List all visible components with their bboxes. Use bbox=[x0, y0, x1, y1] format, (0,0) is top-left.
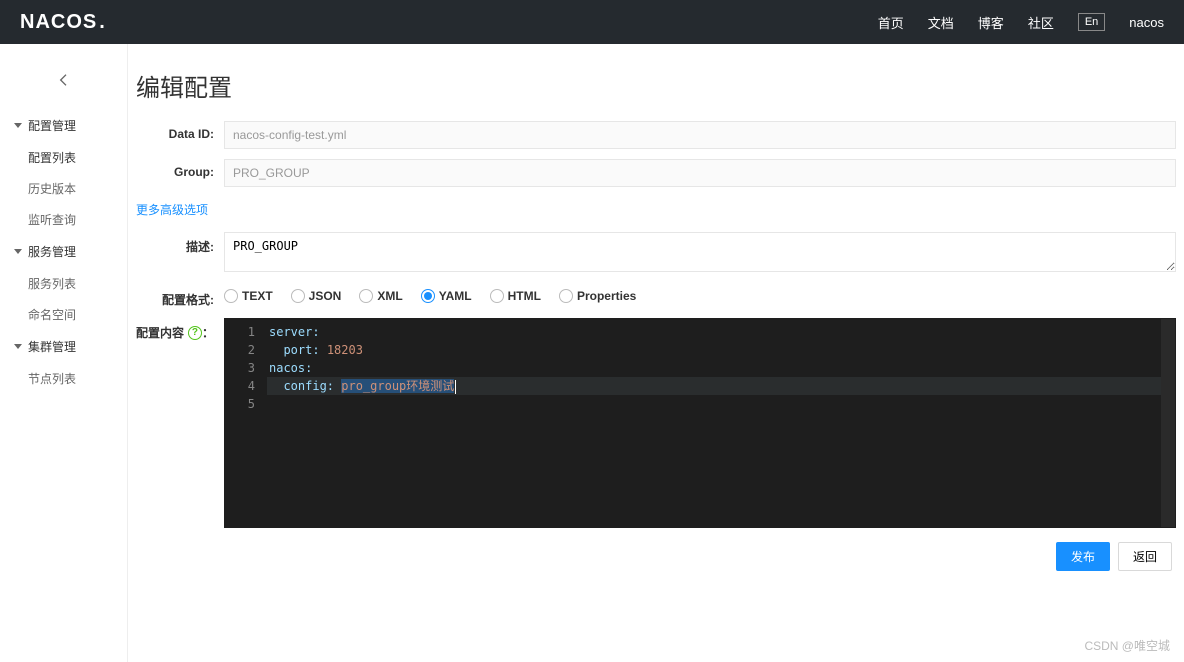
radio-icon bbox=[291, 289, 305, 303]
main-content: 编辑配置 Data ID: Group: 更多高级选项 描述: 配置格式: TE… bbox=[128, 44, 1184, 662]
nav-docs[interactable]: 文档 bbox=[928, 13, 954, 32]
nav-blog[interactable]: 博客 bbox=[978, 13, 1004, 32]
row-group: Group: bbox=[136, 159, 1176, 187]
publish-button[interactable]: 发布 bbox=[1056, 542, 1110, 571]
sidebar-item-service-list[interactable]: 服务列表 bbox=[0, 268, 127, 299]
label-group: Group: bbox=[136, 159, 214, 179]
row-data-id: Data ID: bbox=[136, 121, 1176, 149]
editor-scrollbar[interactable] bbox=[1161, 319, 1175, 527]
brand-dot: . bbox=[99, 11, 106, 34]
input-description[interactable] bbox=[224, 232, 1176, 272]
nav-home[interactable]: 首页 bbox=[878, 13, 904, 32]
format-radio-json[interactable]: JSON bbox=[291, 289, 342, 303]
watermark: CSDN @唯空城 bbox=[1084, 637, 1170, 654]
sidebar-item-nodes[interactable]: 节点列表 bbox=[0, 363, 127, 394]
action-buttons: 发布 返回 bbox=[136, 542, 1176, 571]
radio-icon bbox=[421, 289, 435, 303]
format-radio-text[interactable]: TEXT bbox=[224, 289, 273, 303]
sidebar-group-config[interactable]: 配置管理 bbox=[0, 109, 127, 142]
sidebar-collapse-button[interactable] bbox=[0, 64, 127, 109]
format-radio-group: TEXT JSON XML YAML HTML Properties bbox=[224, 285, 1176, 303]
page-title: 编辑配置 bbox=[136, 60, 1176, 121]
brand-text: NACOS bbox=[20, 11, 97, 34]
top-header: NACOS. 首页 文档 博客 社区 En nacos bbox=[0, 0, 1184, 44]
lang-toggle[interactable]: En bbox=[1078, 13, 1105, 31]
radio-icon bbox=[559, 289, 573, 303]
format-radio-properties[interactable]: Properties bbox=[559, 289, 636, 303]
input-data-id[interactable] bbox=[224, 121, 1176, 149]
sidebar-item-config-list[interactable]: 配置列表 bbox=[0, 142, 127, 173]
layout: 配置管理 配置列表 历史版本 监听查询 服务管理 服务列表 命名空间 集群管理 … bbox=[0, 44, 1184, 662]
label-description: 描述: bbox=[136, 232, 214, 255]
back-button[interactable]: 返回 bbox=[1118, 542, 1172, 571]
sidebar-group-cluster[interactable]: 集群管理 bbox=[0, 330, 127, 363]
sidebar: 配置管理 配置列表 历史版本 监听查询 服务管理 服务列表 命名空间 集群管理 … bbox=[0, 44, 128, 662]
row-content: 配置内容 ? ： 12345 server: port: 18203nacos:… bbox=[136, 318, 1176, 528]
format-radio-xml[interactable]: XML bbox=[359, 289, 402, 303]
radio-icon bbox=[224, 289, 238, 303]
radio-icon bbox=[359, 289, 373, 303]
sidebar-group-service[interactable]: 服务管理 bbox=[0, 235, 127, 268]
header-nav: 首页 文档 博客 社区 En nacos bbox=[878, 13, 1164, 32]
sidebar-item-history[interactable]: 历史版本 bbox=[0, 173, 127, 204]
editor-gutter: 12345 bbox=[225, 319, 261, 527]
radio-icon bbox=[490, 289, 504, 303]
label-data-id: Data ID: bbox=[136, 121, 214, 141]
label-content: 配置内容 ? ： bbox=[136, 318, 214, 341]
format-radio-yaml[interactable]: YAML bbox=[421, 289, 472, 303]
row-description: 描述: bbox=[136, 232, 1176, 275]
advanced-options-link[interactable]: 更多高级选项 bbox=[136, 197, 1176, 222]
help-icon[interactable]: ? bbox=[188, 326, 202, 340]
user-name[interactable]: nacos bbox=[1129, 15, 1164, 30]
label-format: 配置格式: bbox=[136, 285, 214, 308]
code-editor[interactable]: 12345 server: port: 18203nacos: config: … bbox=[224, 318, 1176, 528]
format-radio-html[interactable]: HTML bbox=[490, 289, 541, 303]
row-format: 配置格式: TEXT JSON XML YAML HTML Properties bbox=[136, 285, 1176, 308]
input-group[interactable] bbox=[224, 159, 1176, 187]
editor-body[interactable]: server: port: 18203nacos: config: pro_gr… bbox=[267, 323, 1175, 395]
nav-community[interactable]: 社区 bbox=[1028, 13, 1054, 32]
brand-logo: NACOS. bbox=[20, 11, 106, 34]
sidebar-item-namespace[interactable]: 命名空间 bbox=[0, 299, 127, 330]
sidebar-item-listening[interactable]: 监听查询 bbox=[0, 204, 127, 235]
chevron-left-icon bbox=[56, 72, 72, 88]
